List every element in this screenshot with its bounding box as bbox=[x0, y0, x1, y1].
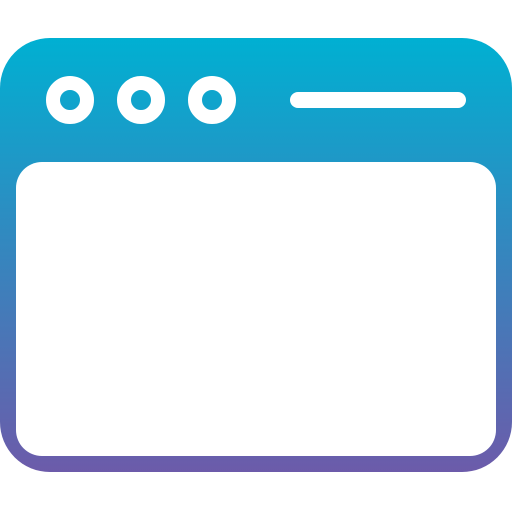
browser-window-icon-canvas bbox=[0, 0, 512, 512]
window-content-area bbox=[16, 162, 496, 456]
browser-window-icon bbox=[0, 38, 512, 472]
